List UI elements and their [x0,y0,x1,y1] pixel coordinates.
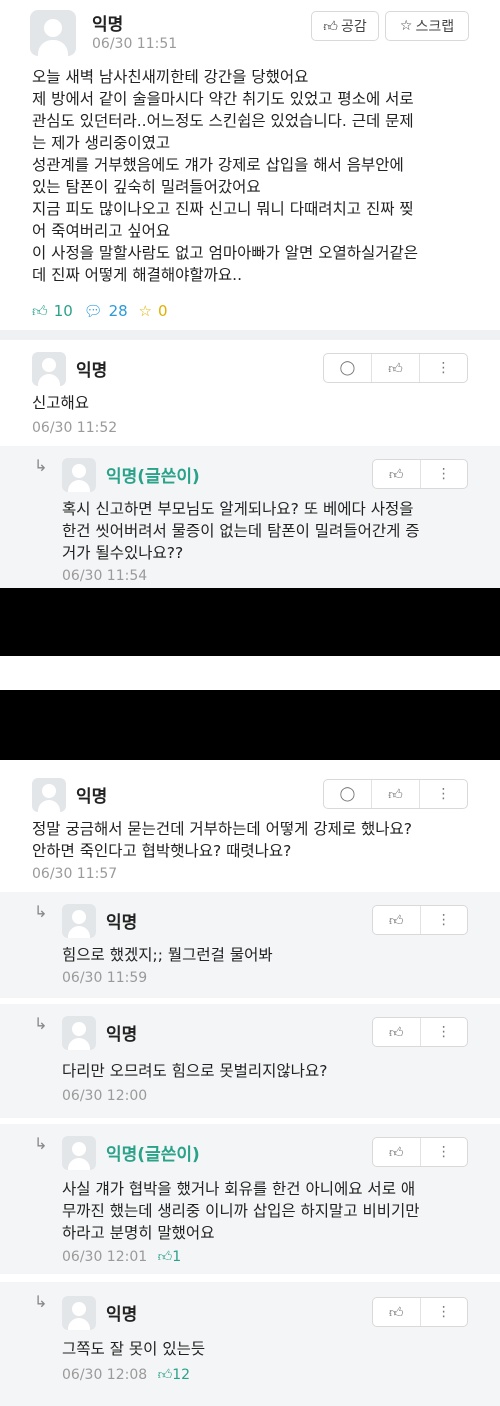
comment-time: 06/30 11:59 [62,970,148,986]
comment-avatar [32,352,66,386]
comment-text: 힘으로 했겠지;; 뭘그런걸 물어봐 [62,946,273,964]
reply-arrow-icon: ↳ [34,1014,48,1033]
comment-time: 06/30 12:08 [62,1367,148,1383]
comment-avatar [62,904,96,938]
comment-like-count: 12 [172,1367,191,1383]
comment-time: 06/30 11:54 [62,568,148,584]
comment-text: 다리만 오므려도 힘으로 못벌리지않나요? [62,1062,328,1080]
post-stats: 👍︎ 10 💬︎ 28 ☆ 0 [32,302,173,321]
comment-avatar [62,1136,96,1170]
comment-author: 익명 [106,1305,138,1325]
comment-author: 익명 [76,361,108,381]
comment-avatar [62,458,96,492]
comment-avatar [62,1296,96,1330]
like-icon: 👍︎ [157,1367,173,1383]
section-divider [0,330,500,340]
star-icon: ☆ [399,18,413,34]
comment-text: 신고해요 [32,394,90,412]
reply-icon[interactable]: ◯ [324,354,371,382]
like-icon[interactable]: 👍︎ [373,1298,420,1326]
comment-actions: ◯ 👍︎ ⋮ [323,779,468,809]
post-author: 익명 [92,15,124,35]
post-body: 오늘 새벽 남사친새끼한테 강간을 당했어요 제 방에서 같이 술을마시다 약간… [32,68,419,284]
comment-author: 익명 [106,913,138,933]
more-icon[interactable]: ⋮ [419,354,467,382]
reply-arrow-icon: ↳ [34,902,48,921]
like-icon[interactable]: 👍︎ [373,906,420,934]
comment-avatar [32,778,66,812]
like-icon[interactable]: 👍︎ [373,1138,420,1166]
more-icon[interactable]: ⋮ [419,1298,468,1326]
more-icon[interactable]: ⋮ [419,906,468,934]
comment-meta: 06/30 12:08 👍︎12 [62,1366,190,1383]
comment-time: 06/30 11:52 [32,420,118,436]
more-icon[interactable]: ⋮ [419,460,468,488]
comment-actions: 👍︎ ⋮ [372,905,468,935]
more-icon[interactable]: ⋮ [419,1018,468,1046]
scrap-count: 0 [157,302,168,320]
like-icon: 👍︎ [157,1249,173,1265]
like-button-label: 공감 [340,19,367,35]
comment-text: 혹시 신고하면 부모님도 알게되나요? 또 베에다 사정을 한건 씻어버려서 물… [62,500,420,562]
thumbs-up-icon: 👍︎ [323,18,338,35]
comment-avatar [62,1016,96,1050]
like-icon[interactable]: 👍︎ [371,780,419,808]
comment-count: 28 [108,302,128,320]
more-icon[interactable]: ⋮ [419,1138,468,1166]
like-icon[interactable]: 👍︎ [373,1018,420,1046]
comment-author: 익명 [106,1025,138,1045]
post-time: 06/30 11:51 [92,36,178,52]
comment-author: 익명 [76,787,108,807]
redaction-bar [0,588,500,656]
like-icon[interactable]: 👍︎ [373,460,420,488]
comment-text: 정말 궁금해서 묻는건데 거부하는데 어떻게 강제로 했나요? 안하면 죽인다고… [32,820,413,860]
reply-arrow-icon: ↳ [34,456,48,475]
like-icon: 👍︎ [32,302,48,320]
comment-actions: ◯ 👍︎ ⋮ [323,353,468,383]
reply-icon[interactable]: ◯ [324,780,371,808]
comment-author: 익명(글쓴이) [106,467,200,487]
comment-meta: 06/30 12:01 👍︎1 [62,1248,181,1265]
comment-icon: 💬︎ [83,302,103,320]
comment-actions: 👍︎ ⋮ [372,1017,468,1047]
scrap-icon: ☆ [138,302,152,320]
comment-like-count: 1 [172,1249,182,1265]
comment-time: 06/30 11:57 [32,866,118,882]
comment-time: 06/30 12:00 [62,1088,148,1104]
comment-text: 사실 걔가 협박을 했거나 회유를 한건 아니에요 서로 애 무까진 했는데 생… [62,1180,420,1242]
comment-author: 익명(글쓴이) [106,1145,200,1165]
redaction-bar [0,690,500,760]
like-icon[interactable]: 👍︎ [371,354,419,382]
comment-actions: 👍︎ ⋮ [372,1297,468,1327]
like-button[interactable]: 👍︎ 공감 [311,11,379,41]
reply-arrow-icon: ↳ [34,1292,48,1311]
scrap-button-label: 스크랩 [415,19,455,35]
reply-arrow-icon: ↳ [34,1134,48,1153]
author-avatar [30,10,76,56]
like-count: 10 [53,302,73,320]
comment-actions: 👍︎ ⋮ [372,459,468,489]
comment-actions: 👍︎ ⋮ [372,1137,468,1167]
comment-time: 06/30 12:01 [62,1249,148,1265]
more-icon[interactable]: ⋮ [419,780,467,808]
scrap-button[interactable]: ☆ 스크랩 [385,11,469,41]
comment-text: 그쪽도 잘 못이 있는듯 [62,1340,206,1358]
